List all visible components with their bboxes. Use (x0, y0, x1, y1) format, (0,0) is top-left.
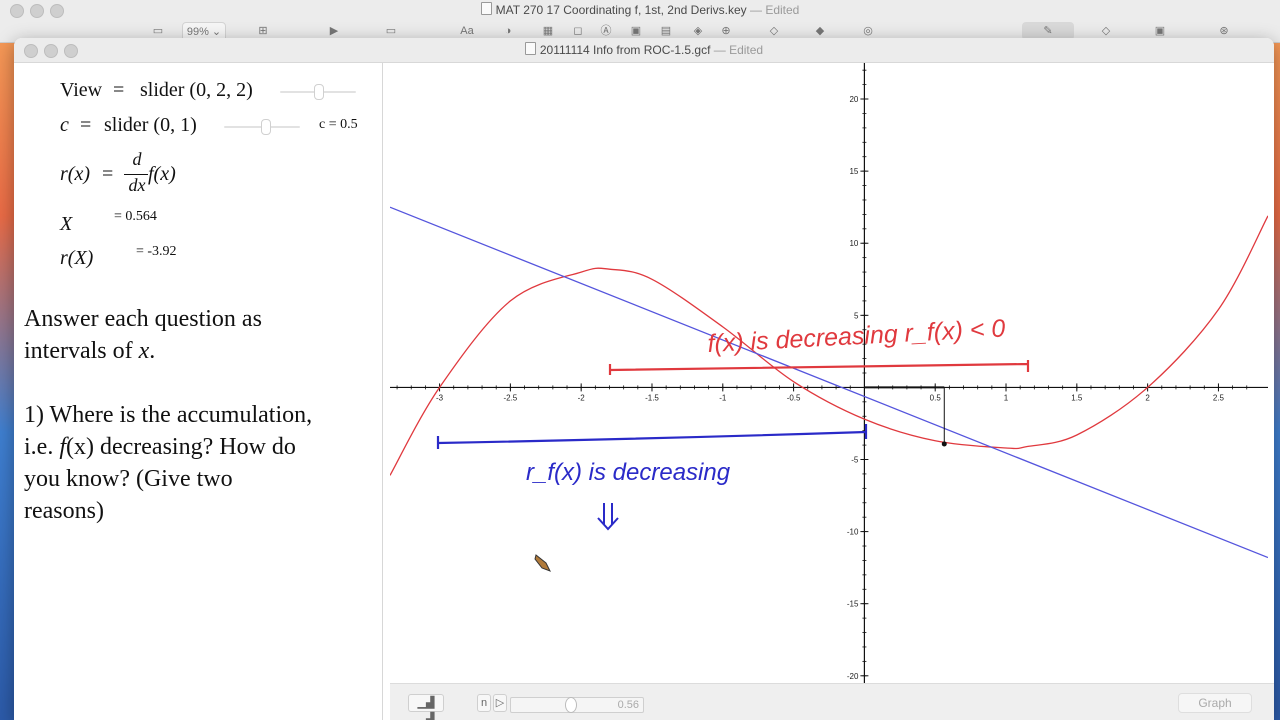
question-1: 1) Where is the accumulation, i.e. f(x) … (24, 402, 313, 524)
r-label: r(x) (60, 163, 90, 185)
play-button[interactable]: ▷ (493, 694, 507, 712)
keynote-window: MAT 270 17 Coordinating f, 1st, 2nd Deri… (0, 0, 1280, 43)
red-interval-bracket (608, 360, 1030, 375)
X-label: X (60, 213, 73, 235)
y-tick-label: -20 (847, 672, 859, 681)
handwritten-annotations: f(x) is decreasing r_f(x) < 0 r_f(x) is … (436, 314, 1030, 572)
x-tick-label: -2.5 (503, 393, 517, 402)
implies-arrow-icon (597, 503, 619, 531)
y-tick-label: 5 (854, 311, 859, 320)
equals-sign: = (113, 79, 125, 101)
blue-interval-bracket (436, 424, 868, 449)
x-tick-label: -0.5 (787, 393, 801, 402)
x-tick-label: 1 (1004, 393, 1009, 402)
rX-label: r(X) (60, 247, 94, 269)
graph-style-icon[interactable]: ▁▟ ▂▟ (408, 694, 444, 720)
c-label: c (60, 114, 69, 136)
equals-sign: = (80, 114, 92, 136)
c-slider-knob[interactable] (261, 119, 271, 135)
x-tick-label: -1 (719, 393, 727, 402)
derivative-numerator: d (132, 149, 142, 169)
red-annotation-text: f(x) is decreasing r_f(x) < 0 (707, 314, 1006, 358)
equation-pane: View = slider (0, 2, 2) c = slider (0, 1… (20, 63, 383, 720)
grapher-window: 20111114 Info from ROC-1.5.gcf — Edited … (14, 38, 1274, 720)
blue-annotation-text: r_f(x) is decreasing (526, 459, 731, 486)
view-slider-expr: slider (0, 2, 2) (140, 79, 253, 101)
y-tick-label: -15 (847, 600, 859, 609)
view-slider-knob[interactable] (314, 84, 324, 100)
instruction-text: Answer each question as intervals of x. (24, 306, 262, 364)
grapher-title: 20111114 Info from ROC-1.5.gcf — Edited (14, 42, 1274, 57)
graph-area[interactable]: -3 -2.5 -2 -1.5 -1 -0.5 0.5 1 1.5 2 2.5 20 15 10 5 -5 -1… (389, 63, 1269, 683)
equals-sign: = (102, 163, 114, 185)
animation-slider-value: 0.56 (617, 699, 639, 711)
derivative-function: f(x) (148, 163, 176, 185)
X-value: = 0.564 (114, 209, 157, 224)
animation-bar: ▁▟ ▂▟ n ▷ 0.56 Graph (390, 683, 1274, 720)
x-tick-label: 1.5 (1071, 393, 1083, 402)
x-tick-label: 2.5 (1213, 393, 1225, 402)
point-marker (941, 441, 947, 447)
animation-slider-knob[interactable] (565, 697, 577, 713)
y-tick-label: 15 (849, 167, 858, 176)
grapher-titlebar: 20111114 Info from ROC-1.5.gcf — Edited (14, 38, 1274, 63)
pen-cursor-icon (534, 554, 552, 572)
graph-svg[interactable]: -3 -2.5 -2 -1.5 -1 -0.5 0.5 1 1.5 2 2.5 20 15 10 5 -5 -1… (389, 63, 1269, 683)
x-tick-label: -2 (578, 393, 586, 402)
y-tick-label: -10 (847, 528, 859, 537)
x-tick-label: -1.5 (645, 393, 659, 402)
x-tick-label: 0.5 (930, 393, 942, 402)
plot-series (389, 206, 1269, 559)
n-button[interactable]: n (477, 694, 491, 712)
graph-button[interactable]: Graph (1178, 693, 1252, 713)
animation-slider[interactable]: 0.56 (510, 697, 644, 713)
rX-value: = -3.92 (136, 244, 177, 259)
y-tick-label: -5 (851, 456, 859, 465)
y-tick-label: 20 (849, 95, 858, 104)
x-tick-label: -3 (436, 393, 444, 402)
c-slider-expr: slider (0, 1) (104, 114, 197, 136)
document-icon (480, 2, 492, 15)
axes: -3 -2.5 -2 -1.5 -1 -0.5 0.5 1 1.5 2 2.5 20 15 10 5 -5 -1… (390, 63, 1268, 683)
view-label: View (60, 79, 103, 101)
keynote-title: MAT 270 17 Coordinating f, 1st, 2nd Deri… (0, 2, 1280, 17)
blue-tangent-line (389, 206, 1269, 559)
document-icon (524, 42, 536, 55)
c-value: c = 0.5 (319, 117, 358, 132)
x-tick-label: 2 (1145, 393, 1150, 402)
y-tick-label: 10 (849, 239, 858, 248)
